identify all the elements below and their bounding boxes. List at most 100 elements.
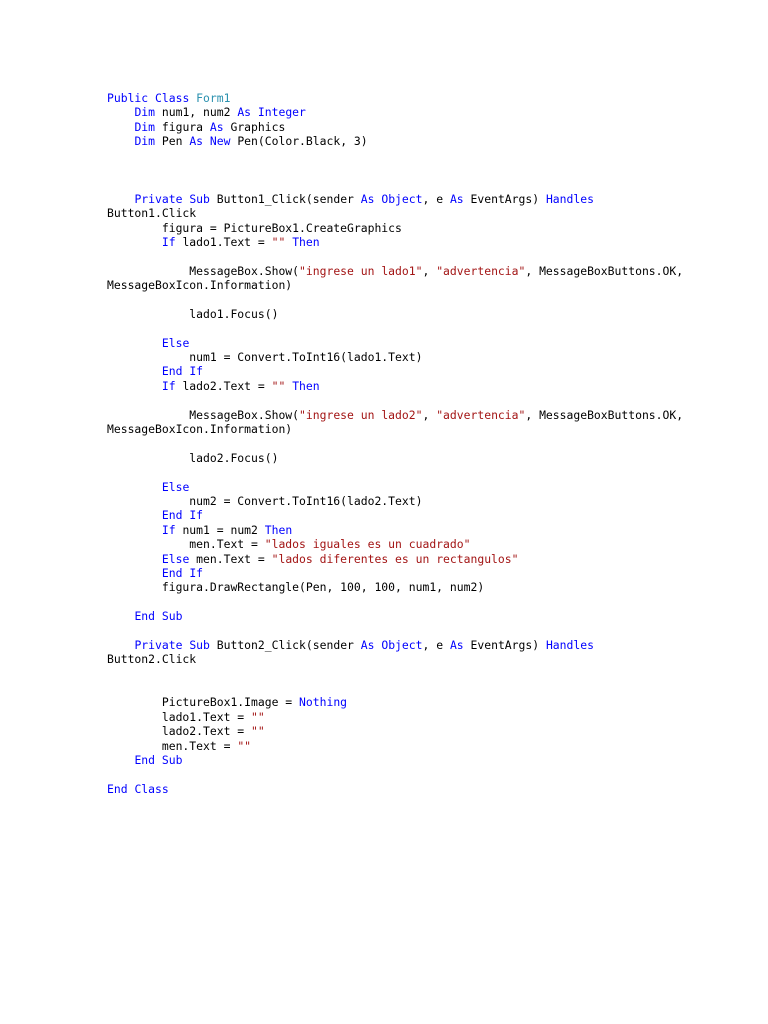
keyword-token: If — [161, 378, 176, 393]
code-line: figura.DrawRectangle(Pen, 100, 100, num1… — [107, 580, 747, 594]
keyword-token: Else — [161, 335, 190, 350]
code-text: lado1.Focus() — [107, 306, 279, 321]
string-literal: "advertencia" — [436, 263, 526, 278]
code-text: EventArgs) — [463, 637, 546, 652]
code-text: , MessageBoxButtons.OK, — [525, 407, 684, 422]
code-text: lado1.Text = — [175, 234, 272, 249]
string-literal: "" — [271, 234, 286, 249]
code-line: num2 = Convert.ToInt16(lado2.Text) — [107, 494, 747, 508]
code-line: lado2.Focus() — [107, 451, 747, 465]
code-text: EventArgs) — [463, 191, 546, 206]
keyword-token: As — [237, 105, 252, 120]
code-text: MessageBoxIcon.Information) — [107, 278, 293, 293]
keyword-token: As — [449, 191, 464, 206]
code-line: MessageBox.Show("ingrese un lado2", "adv… — [107, 408, 747, 422]
code-line: figura = PictureBox1.CreateGraphics — [107, 221, 747, 235]
code-text: men.Text = — [107, 537, 265, 552]
code-line: PictureBox1.Image = Nothing — [107, 695, 747, 709]
keyword-token: Private — [134, 191, 183, 206]
keyword-token: Handles — [545, 637, 594, 652]
keyword-token: Object — [381, 191, 423, 206]
code-line: End If — [107, 364, 747, 378]
code-line: Else men.Text = "lados diferentes es un … — [107, 552, 747, 566]
keyword-token: As — [209, 119, 224, 134]
string-literal: "" — [271, 378, 286, 393]
keyword-token: End — [161, 508, 183, 523]
code-text: num1 = Convert.ToInt16(lado1.Text) — [107, 350, 423, 365]
code-text: men.Text = — [189, 551, 272, 566]
code-text: lado1.Text = — [107, 709, 252, 724]
code-text: Button1.Click — [107, 206, 197, 221]
code-text: num2 = Convert.ToInt16(lado2.Text) — [107, 493, 423, 508]
keyword-token: Dim — [134, 119, 156, 134]
keyword-token: Class — [155, 91, 190, 105]
code-line: Button1.Click — [107, 206, 747, 220]
keyword-token: End — [134, 752, 156, 767]
keyword-token: Sub — [189, 637, 210, 652]
code-line: lado1.Text = "" — [107, 710, 747, 724]
type-name: Form1 — [196, 91, 231, 105]
code-line: men.Text = "" — [107, 739, 747, 753]
code-text: lado2.Focus() — [107, 450, 279, 465]
keyword-token: Public — [107, 91, 149, 105]
code-text: , — [422, 407, 437, 422]
keyword-token: Class — [134, 781, 169, 796]
keyword-token: Then — [264, 522, 293, 537]
keyword-token: Dim — [134, 105, 156, 120]
code-line: End Sub — [107, 753, 747, 767]
keyword-token: Else — [161, 479, 190, 494]
code-text: lado2.Text = — [175, 378, 272, 393]
string-literal: "" — [251, 709, 265, 724]
code-line: If lado2.Text = "" Then — [107, 379, 747, 393]
code-line: MessageBoxIcon.Information) — [107, 422, 747, 436]
document-page: Public Class Form1 Dim num1, num2 As Int… — [0, 0, 768, 1024]
keyword-token: New — [209, 134, 231, 149]
keyword-token: Private — [134, 637, 183, 652]
keyword-token: As — [360, 191, 375, 206]
keyword-token: Object — [381, 637, 423, 652]
code-text: lado2.Text = — [107, 724, 252, 739]
keyword-token: Sub — [189, 191, 210, 206]
code-line: Button2.Click — [107, 652, 747, 666]
code-line: Else — [107, 480, 747, 494]
keyword-token: End — [161, 364, 183, 379]
keyword-token: End — [107, 781, 128, 796]
code-text: men.Text = — [107, 738, 238, 753]
code-text: Graphics — [223, 119, 286, 134]
keyword-token: Sub — [161, 752, 183, 767]
code-line: End If — [107, 508, 747, 522]
keyword-token: Nothing — [299, 695, 348, 710]
keyword-token: Then — [292, 378, 320, 393]
code-text: Button2_Click(sender — [209, 637, 361, 652]
code-text: figura — [155, 119, 210, 134]
keyword-token: Sub — [161, 609, 183, 624]
keyword-token: If — [161, 522, 176, 537]
code-line: Dim Pen As New Pen(Color.Black, 3) — [107, 134, 747, 148]
keyword-token: As — [189, 134, 204, 149]
code-line: If lado1.Text = "" Then — [107, 235, 747, 249]
string-literal: "advertencia" — [436, 407, 526, 422]
code-line: num1 = Convert.ToInt16(lado1.Text) — [107, 350, 747, 364]
code-line: lado2.Text = "" — [107, 724, 747, 738]
code-text: figura.DrawRectangle(Pen, 100, 100, num1… — [107, 580, 485, 595]
code-line: lado1.Focus() — [107, 307, 747, 321]
code-line: End Class — [107, 782, 747, 796]
code-line: Dim num1, num2 As Integer — [107, 105, 747, 119]
keyword-token: End — [134, 609, 156, 624]
